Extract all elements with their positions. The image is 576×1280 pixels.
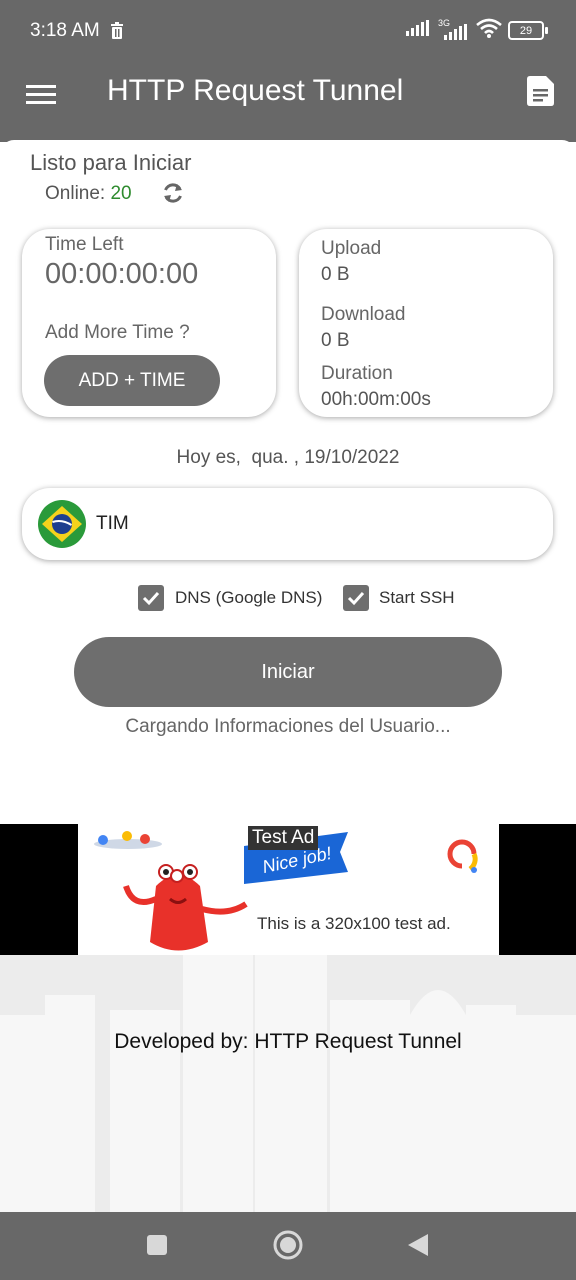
battery-icon: 29 [508, 21, 548, 40]
online-count: 20 [110, 183, 132, 204]
trash-icon [110, 22, 124, 44]
status-indicators: 3G 29 [406, 18, 548, 43]
upload-label: Upload [321, 238, 382, 259]
test-ad-label: Test Ad [248, 826, 319, 850]
recents-button-icon[interactable] [146, 1234, 168, 1261]
start-ssh-label: Start SSH [379, 588, 455, 607]
duration-label: Duration [321, 363, 393, 384]
battery-level: 29 [508, 21, 544, 40]
time-left-value: 00:00:00:00 [45, 258, 199, 290]
home-button-icon[interactable] [272, 1229, 304, 1266]
dns-label: DNS (Google DNS) [175, 588, 323, 607]
dns-checkbox[interactable] [138, 585, 164, 611]
start-ssh-checkbox[interactable] [343, 585, 369, 611]
wifi-icon [476, 18, 502, 43]
signal-icon [406, 20, 432, 41]
time-left-label: Time Left [45, 234, 124, 255]
signal-3g-icon: 3G [438, 18, 470, 40]
loading-text: Cargando Informaciones del Usuario... [125, 716, 451, 737]
checkmark-icon [142, 591, 160, 606]
date-text: Hoy es, qua. , 19/10/2022 [176, 447, 400, 468]
back-button-icon[interactable] [406, 1233, 430, 1262]
status-time: 3:18 AM [30, 20, 100, 41]
skyline-illustration [0, 955, 576, 1212]
connection-status: Listo para Iniciar [30, 150, 192, 175]
download-label: Download [321, 304, 406, 325]
navigation-bar [0, 1212, 576, 1280]
add-more-time-label: Add More Time ? [45, 322, 190, 343]
brazil-flag-icon [38, 500, 86, 553]
online-label: Online: [45, 183, 106, 204]
refresh-icon[interactable] [161, 181, 185, 210]
add-time-button[interactable]: ADD + TIME [44, 355, 220, 406]
duration-value: 00h:00m:00s [321, 389, 431, 410]
checkmark-icon [347, 591, 365, 606]
online-indicator: Online: 20 [45, 183, 132, 205]
footer-skyline [0, 955, 576, 1212]
carrier-name: TIM [96, 513, 129, 534]
hamburger-menu-icon[interactable] [26, 80, 56, 110]
download-value: 0 B [321, 330, 350, 351]
developed-by-text: Developed by: HTTP Request Tunnel [114, 1030, 462, 1053]
app-bar: HTTP Request Tunnel [0, 62, 576, 142]
ad-text: This is a 320x100 test ad. [257, 914, 451, 933]
app-title: HTTP Request Tunnel [107, 74, 404, 107]
upload-value: 0 B [321, 264, 350, 285]
start-button[interactable]: Iniciar [74, 637, 502, 707]
document-icon[interactable] [527, 76, 555, 111]
